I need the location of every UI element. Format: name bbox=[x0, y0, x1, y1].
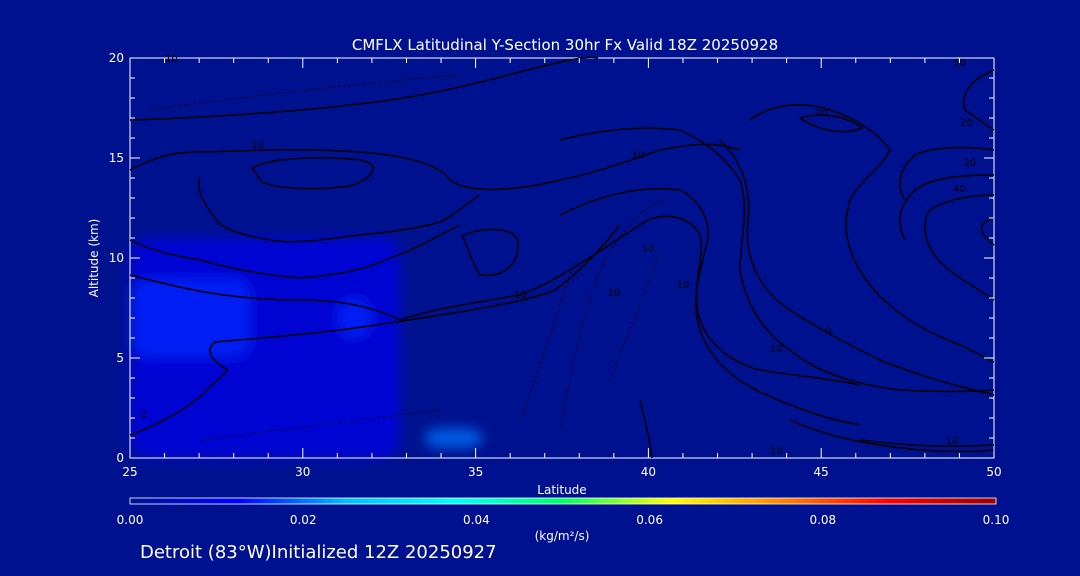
contour-line bbox=[899, 174, 995, 241]
contour-line bbox=[129, 56, 599, 121]
chart-title: CMFLX Latitudinal Y-Section 30hr Fx Vali… bbox=[352, 36, 778, 54]
x-tick-label: 50 bbox=[986, 465, 1001, 479]
contour-line bbox=[460, 228, 519, 276]
y-tick-label: 15 bbox=[109, 151, 124, 165]
filled-field-layer bbox=[130, 238, 483, 458]
contour-label: 0 bbox=[825, 326, 831, 337]
contour-label: 10 bbox=[632, 150, 645, 161]
contour-label: 10 bbox=[252, 140, 265, 151]
contour-line bbox=[639, 399, 653, 459]
contour-line bbox=[789, 419, 995, 453]
contour-line bbox=[798, 114, 864, 133]
filled-region bbox=[337, 298, 372, 338]
y-tick-label: 0 bbox=[116, 451, 124, 465]
contour-label: 10 bbox=[607, 288, 620, 299]
colorbar-tick-label: 0.04 bbox=[463, 513, 490, 527]
x-tick-label: 30 bbox=[295, 465, 310, 479]
contour-label: 10 bbox=[770, 344, 783, 355]
colorbar-tick-label: 0.10 bbox=[983, 513, 1010, 527]
contour-label: 10 bbox=[770, 446, 783, 457]
contour-label: 40 bbox=[953, 184, 966, 195]
contour-line bbox=[980, 217, 995, 246]
contour-line bbox=[129, 143, 741, 191]
colorbar-unit-label: (kg/m²/s) bbox=[535, 529, 590, 543]
x-axis-label: Latitude bbox=[537, 483, 586, 497]
colorbar-tick-label: 0.08 bbox=[809, 513, 836, 527]
dotted-contour bbox=[519, 259, 576, 421]
contour-line bbox=[924, 194, 995, 301]
contour-line bbox=[719, 139, 995, 396]
dotted-contour bbox=[149, 74, 461, 111]
contour-label: 20 bbox=[815, 108, 828, 119]
y-tick-label: 5 bbox=[116, 351, 124, 365]
contour-label: 20 bbox=[960, 118, 973, 129]
x-tick-label: 35 bbox=[468, 465, 483, 479]
chart-canvas: CMFLX Latitudinal Y-Section 30hr Fx Vali… bbox=[87, 36, 1010, 543]
contour-label: 10 bbox=[165, 54, 178, 65]
colorbar-tick-label: 0.06 bbox=[636, 513, 663, 527]
y-tick-label: 20 bbox=[109, 51, 124, 65]
contour-line bbox=[559, 187, 861, 426]
filled-region bbox=[423, 428, 483, 448]
contour-label: 10 bbox=[514, 290, 527, 301]
contour-line bbox=[250, 156, 374, 190]
colorbar-tick-label: 0.00 bbox=[117, 513, 144, 527]
colorbar-tick-label: 0.02 bbox=[290, 513, 317, 527]
y-tick-label: 10 bbox=[109, 251, 124, 265]
contour-label: 10 bbox=[946, 436, 959, 447]
contour-line bbox=[749, 104, 995, 363]
colorbar bbox=[129, 497, 997, 505]
contour-label: 10 bbox=[642, 244, 655, 255]
x-tick-label: 45 bbox=[814, 465, 829, 479]
x-tick-label: 25 bbox=[122, 465, 137, 479]
y-axis-label: Altitude (km) bbox=[87, 219, 101, 298]
colorbar-ticks: 0.00 0.02 0.04 0.06 0.08 0.10 bbox=[117, 513, 1010, 527]
contour-label: 10 bbox=[677, 280, 690, 291]
contour-label: 20 bbox=[963, 158, 976, 169]
x-tick-label: 40 bbox=[641, 465, 656, 479]
footer-init-info: Detroit (83°W)Initialized 12Z 20250927 bbox=[140, 542, 497, 563]
contour-label: 0 bbox=[141, 410, 147, 421]
dotted-contour bbox=[609, 249, 661, 381]
